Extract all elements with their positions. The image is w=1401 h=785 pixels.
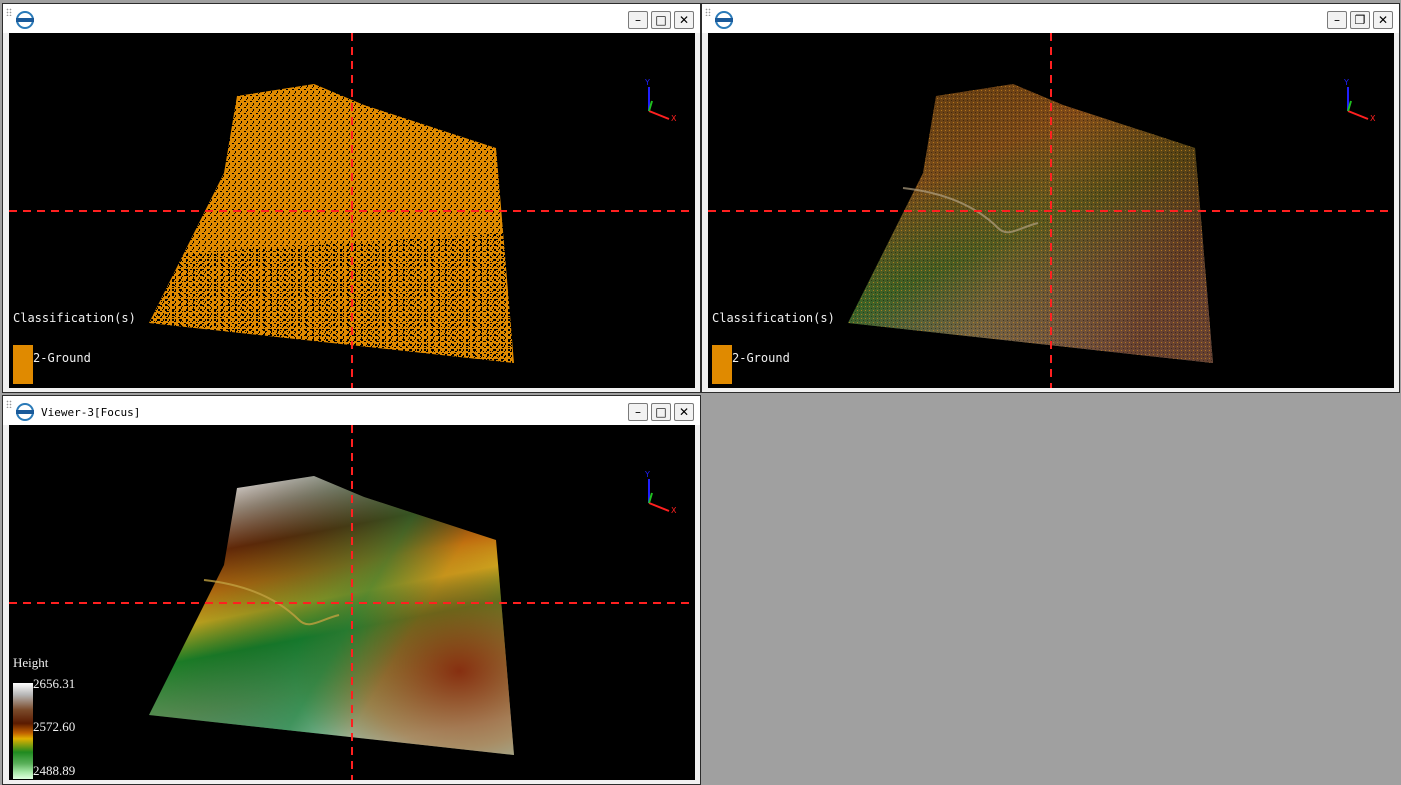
height-max-value: 2656.31 bbox=[33, 676, 76, 691]
viewer-window-3: Viewer-3[Focus] – □ ✕ X Y Height 2656.31… bbox=[2, 395, 701, 785]
grip-icon[interactable] bbox=[6, 8, 12, 16]
viewer-title: Viewer-3[Focus] bbox=[41, 406, 141, 419]
maximize-icon: □ bbox=[655, 13, 667, 27]
point-cloud-viewport[interactable]: X Y Classification(s) 2-Ground bbox=[9, 33, 695, 388]
minimize-button[interactable]: – bbox=[1327, 11, 1347, 29]
axis-y-label: Y bbox=[644, 470, 650, 479]
legend-swatch bbox=[13, 345, 33, 384]
maximize-button[interactable]: □ bbox=[651, 403, 671, 421]
close-button[interactable]: ✕ bbox=[674, 403, 694, 421]
maximize-button[interactable]: □ bbox=[651, 11, 671, 29]
close-icon: ✕ bbox=[678, 13, 690, 27]
viewer-window-1: – □ ✕ X Y Classification(s) 2-Ground bbox=[2, 3, 701, 393]
axis-x-label: X bbox=[671, 114, 677, 123]
axis-triad-icon: X Y bbox=[644, 78, 677, 123]
ground-points-sparse bbox=[149, 233, 514, 363]
height-color-ramp bbox=[13, 683, 33, 779]
minimize-icon: – bbox=[1334, 13, 1340, 27]
close-icon: ✕ bbox=[678, 405, 690, 419]
height-mid-value: 2572.60 bbox=[33, 719, 76, 734]
restore-icon: ❐ bbox=[1354, 13, 1366, 27]
axis-triad-icon: X Y bbox=[1343, 78, 1376, 123]
lidar-logo-icon bbox=[16, 403, 34, 421]
point-cloud-viewport[interactable]: X Y Height 2656.31 2572.60 2488.89 bbox=[9, 425, 695, 780]
lidar-logo-icon bbox=[715, 11, 733, 29]
viewer-3-titlebar[interactable]: Viewer-3[Focus] – □ ✕ bbox=[3, 396, 700, 425]
minimize-icon: – bbox=[635, 13, 641, 27]
close-button[interactable]: ✕ bbox=[674, 11, 694, 29]
point-cloud-viewport[interactable]: X Y Classification(s) 2-Ground bbox=[708, 33, 1394, 388]
axis-y-label: Y bbox=[1343, 78, 1349, 87]
viewer-2-titlebar[interactable]: – ❐ ✕ bbox=[702, 4, 1399, 33]
height-terrain-valley bbox=[149, 476, 514, 755]
axis-x-label: X bbox=[1370, 114, 1376, 123]
legend-label: 2-Ground bbox=[732, 351, 790, 365]
height-legend-title: Height bbox=[13, 655, 49, 670]
legend-swatch bbox=[712, 345, 732, 384]
minimize-button[interactable]: – bbox=[628, 11, 648, 29]
close-icon: ✕ bbox=[1377, 13, 1389, 27]
viewer-1-titlebar[interactable]: – □ ✕ bbox=[3, 4, 700, 33]
minimize-icon: – bbox=[635, 405, 641, 419]
legend-title: Classification(s) bbox=[712, 311, 835, 325]
viewer-window-2: – ❐ ✕ X Y Classification(s) 2-Ground bbox=[701, 3, 1400, 393]
legend-title: Classification(s) bbox=[13, 311, 136, 325]
grip-icon[interactable] bbox=[705, 8, 711, 16]
close-button[interactable]: ✕ bbox=[1373, 11, 1393, 29]
maximize-icon: □ bbox=[655, 405, 667, 419]
height-render: X Y bbox=[9, 425, 695, 780]
rgb-point-cloud-render: X Y bbox=[708, 33, 1394, 388]
legend-label: 2-Ground bbox=[33, 351, 91, 365]
point-cloud-render: X Y bbox=[9, 33, 695, 388]
height-min-value: 2488.89 bbox=[33, 763, 76, 778]
restore-button[interactable]: ❐ bbox=[1350, 11, 1370, 29]
minimize-button[interactable]: – bbox=[628, 403, 648, 421]
empty-workspace bbox=[701, 395, 1401, 785]
axis-triad-icon: X Y bbox=[644, 470, 677, 515]
axis-x-label: X bbox=[671, 506, 677, 515]
rgb-terrain-texture bbox=[848, 84, 1213, 363]
axis-y-label: Y bbox=[644, 78, 650, 87]
lidar-logo-icon bbox=[16, 11, 34, 29]
grip-icon[interactable] bbox=[6, 400, 12, 408]
